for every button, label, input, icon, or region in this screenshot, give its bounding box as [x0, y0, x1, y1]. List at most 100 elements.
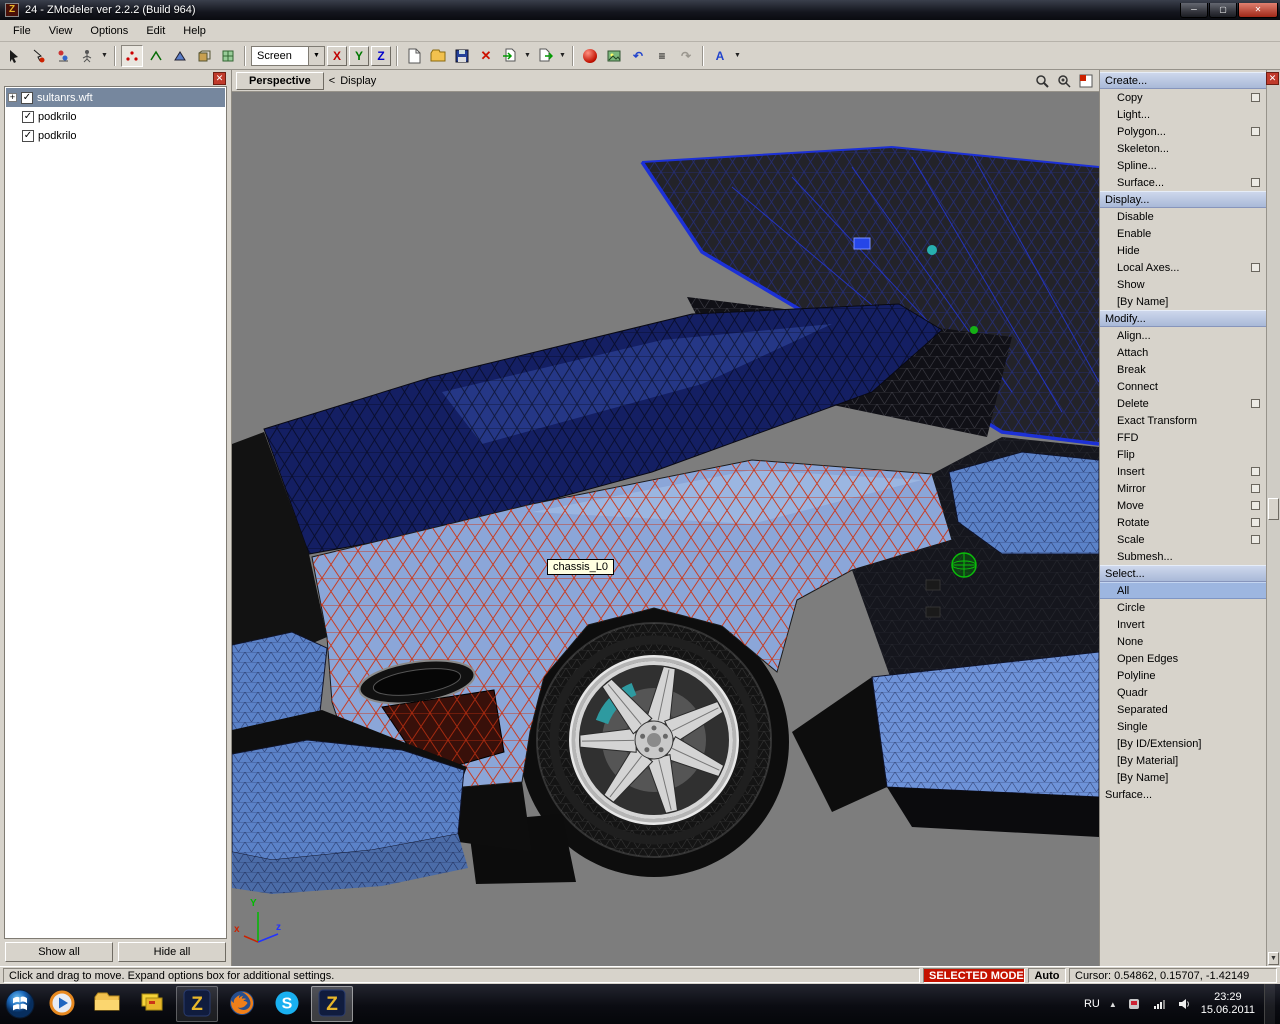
show-desktop-button[interactable]	[1264, 984, 1275, 1024]
option-checkbox[interactable]	[1251, 467, 1260, 476]
option-checkbox[interactable]	[1251, 263, 1260, 272]
panel-item-connect[interactable]: Connect	[1100, 378, 1266, 395]
show-all-button[interactable]: Show all	[5, 942, 113, 962]
taskbar-app-media-player[interactable]	[41, 986, 83, 1022]
panel-item-quadr[interactable]: Quadr	[1100, 684, 1266, 701]
axis-z-button[interactable]: Z	[371, 45, 391, 66]
panel-item-display[interactable]: Display...	[1100, 191, 1266, 208]
panel-item-all[interactable]: All	[1100, 582, 1266, 599]
maximize-button[interactable]: ▢	[1209, 2, 1237, 18]
menu-file[interactable]: File	[4, 22, 40, 40]
panel-item-surface[interactable]: Surface...	[1100, 786, 1266, 803]
option-checkbox[interactable]	[1251, 518, 1260, 527]
tool-dropdown-caret[interactable]: ▼	[100, 52, 109, 59]
font-icon[interactable]: A	[709, 45, 731, 67]
panel-item-surface[interactable]: Surface...	[1100, 174, 1266, 191]
auto-toggle[interactable]: Auto	[1028, 968, 1066, 983]
panel-item-scale[interactable]: Scale	[1100, 531, 1266, 548]
close-icon[interactable]: ✕	[1266, 72, 1279, 85]
zoom-icon[interactable]	[1033, 73, 1051, 89]
export-dropdown-caret[interactable]: ▼	[558, 52, 567, 59]
menu-edit[interactable]: Edit	[137, 22, 174, 40]
scrollbar-thumb[interactable]	[1268, 498, 1279, 520]
redo-icon[interactable]: ↷	[675, 45, 697, 67]
panel-item-select[interactable]: Select...	[1100, 565, 1266, 582]
close-icon[interactable]: ✕	[213, 72, 226, 85]
panel-item-align[interactable]: Align...	[1100, 327, 1266, 344]
taskbar-app-file-manager[interactable]	[131, 986, 173, 1022]
panel-item-polyline[interactable]: Polyline	[1100, 667, 1266, 684]
perspective-view-button[interactable]: Perspective	[236, 71, 324, 90]
close-button[interactable]: ✕	[1238, 2, 1278, 18]
visibility-checkbox[interactable]: ✓	[22, 129, 34, 142]
action-center-icon[interactable]	[1126, 996, 1142, 1012]
language-indicator[interactable]: RU	[1084, 998, 1100, 1010]
material-editor-icon[interactable]	[579, 45, 601, 67]
panel-item-move[interactable]: Move	[1100, 497, 1266, 514]
option-checkbox[interactable]	[1251, 535, 1260, 544]
import-icon[interactable]	[499, 45, 521, 67]
visibility-checkbox[interactable]: ✓	[22, 110, 34, 123]
axis-y-button[interactable]: Y	[349, 45, 369, 66]
menu-view[interactable]: View	[40, 22, 82, 40]
zoom-extents-icon[interactable]	[1055, 73, 1073, 89]
panel-item-hide[interactable]: Hide	[1100, 242, 1266, 259]
taskbar-app-explorer[interactable]	[86, 986, 128, 1022]
history-icon[interactable]: ≡	[651, 45, 673, 67]
faces-mode-icon[interactable]	[169, 45, 191, 67]
texture-icon[interactable]	[603, 45, 625, 67]
panel-item-insert[interactable]: Insert	[1100, 463, 1266, 480]
taskbar-app-firefox[interactable]	[221, 986, 263, 1022]
panel-item-by-id-extension[interactable]: [By ID/Extension]	[1100, 735, 1266, 752]
export-icon[interactable]	[534, 45, 556, 67]
taskbar-app-zmodeler[interactable]: Z	[176, 986, 218, 1022]
font-dropdown-caret[interactable]: ▼	[733, 52, 742, 59]
panel-item-local-axes[interactable]: Local Axes...	[1100, 259, 1266, 276]
save-file-icon[interactable]	[451, 45, 473, 67]
option-checkbox[interactable]	[1251, 501, 1260, 510]
panel-item-by-name[interactable]: [By Name]	[1100, 769, 1266, 786]
import-dropdown-caret[interactable]: ▼	[523, 52, 532, 59]
start-button[interactable]	[2, 986, 38, 1022]
paint-select-icon[interactable]	[52, 45, 74, 67]
screen-mode-dropdown[interactable]: Screen ▼	[251, 45, 325, 66]
viewport-3d[interactable]: chassis_L0 Y z x	[232, 92, 1099, 966]
volume-icon[interactable]	[1176, 996, 1192, 1012]
option-checkbox[interactable]	[1251, 484, 1260, 493]
panel-item-none[interactable]: None	[1100, 633, 1266, 650]
menu-options[interactable]: Options	[81, 22, 137, 40]
undo-icon[interactable]: ↶	[627, 45, 649, 67]
panel-item-copy[interactable]: Copy	[1100, 89, 1266, 106]
taskbar-app-zmodeler[interactable]: Z	[311, 986, 353, 1022]
scroll-down-icon[interactable]: ▼	[1268, 952, 1279, 965]
delete-icon[interactable]: ✕	[475, 45, 497, 67]
minimize-button[interactable]: ─	[1180, 2, 1208, 18]
panel-item-attach[interactable]: Attach	[1100, 344, 1266, 361]
expand-icon[interactable]: +	[8, 93, 17, 102]
tree-item-podkrilo[interactable]: ✓ podkrilo	[6, 126, 225, 145]
select-arrow-icon[interactable]	[4, 45, 26, 67]
panel-item-spline[interactable]: Spline...	[1100, 157, 1266, 174]
option-checkbox[interactable]	[1251, 178, 1260, 187]
panel-item-disable[interactable]: Disable	[1100, 208, 1266, 225]
edges-mode-icon[interactable]	[145, 45, 167, 67]
panel-item-separated[interactable]: Separated	[1100, 701, 1266, 718]
new-file-icon[interactable]	[403, 45, 425, 67]
panel-item-modify[interactable]: Modify...	[1100, 310, 1266, 327]
panel-item-polygon[interactable]: Polygon...	[1100, 123, 1266, 140]
panel-item-break[interactable]: Break	[1100, 361, 1266, 378]
panel-item-exact-transform[interactable]: Exact Transform	[1100, 412, 1266, 429]
panel-item-flip[interactable]: Flip	[1100, 446, 1266, 463]
panel-item-by-name[interactable]: [By Name]	[1100, 293, 1266, 310]
panel-item-create[interactable]: Create...	[1100, 72, 1266, 89]
back-arrow[interactable]: <	[329, 75, 335, 87]
panel-item-rotate[interactable]: Rotate	[1100, 514, 1266, 531]
network-icon[interactable]	[1151, 996, 1167, 1012]
panel-item-show[interactable]: Show	[1100, 276, 1266, 293]
hide-all-button[interactable]: Hide all	[118, 942, 226, 962]
chevron-down-icon[interactable]: ▼	[308, 46, 324, 65]
panel-item-circle[interactable]: Circle	[1100, 599, 1266, 616]
viewport-mode-label[interactable]: Display	[340, 75, 376, 87]
panel-item-delete[interactable]: Delete	[1100, 395, 1266, 412]
open-file-icon[interactable]	[427, 45, 449, 67]
